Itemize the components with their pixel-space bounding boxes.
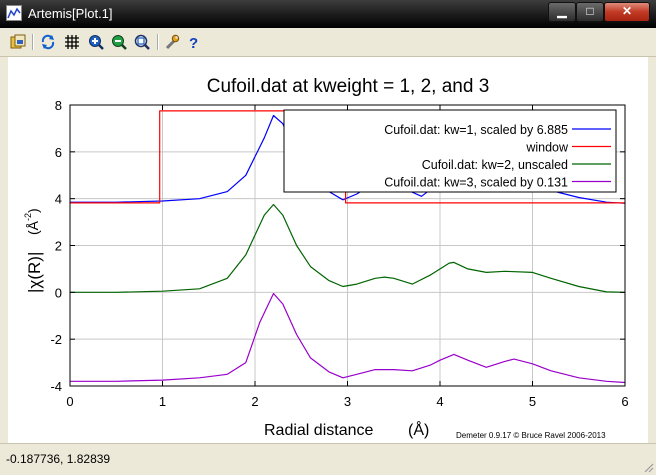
x-axis-label: Radial distance [264, 422, 374, 439]
toolbar: ? [0, 28, 656, 57]
close-button[interactable]: ✕ [604, 2, 650, 22]
window-title: Artemis[Plot.1] [28, 6, 113, 21]
close-icon: ✕ [621, 4, 633, 18]
y-tick-label: 2 [55, 239, 62, 254]
plot-canvas[interactable]: 0 1 2 3 4 5 6 -4 -2 0 2 4 6 8 Cufoil.dat at kweight =… [8, 57, 648, 443]
x-tick-label: 6 [621, 394, 628, 409]
legend-label-4: Cufoil.dat: kw=3, scaled by 0.131 [384, 176, 568, 190]
chart-title: Cufoil.dat at kweight = 1, 2, and 3 [207, 76, 490, 97]
legend-label-2: window [525, 141, 569, 155]
y-axis-unit-close: ) [25, 208, 41, 213]
y-axis-unit-open: (Å [25, 220, 41, 235]
x-tick-label: 3 [344, 394, 351, 409]
toolbar-separator [157, 34, 159, 50]
y-tick-label: -4 [50, 379, 62, 394]
app-window: Artemis[Plot.1] ▁ □ ✕ ? 0 1 2 3 4 5 6 -4… [0, 0, 656, 475]
minimize-icon: ▁ [557, 4, 567, 18]
y-tick-label: 8 [55, 98, 62, 113]
title-bar[interactable]: Artemis[Plot.1] ▁ □ ✕ [0, 0, 656, 28]
help-glyph: ? [189, 35, 198, 50]
zoom-in-icon[interactable] [88, 34, 104, 50]
legend-label-1: Cufoil.dat: kw=1, scaled by 6.885 [384, 123, 568, 137]
y-tick-label: -2 [50, 332, 62, 347]
refresh-icon[interactable] [40, 34, 56, 50]
y-axis-unit-sup: -2 [23, 213, 33, 221]
y-axis-unit-group: (Å-2) [23, 208, 41, 235]
help-icon[interactable]: ? [186, 34, 202, 50]
app-icon [6, 5, 22, 21]
y-axis-label-group: |χ(R)| [25, 252, 44, 293]
minimize-button[interactable]: ▁ [548, 2, 576, 22]
zoom-fit-icon[interactable] [134, 34, 150, 50]
x-tick-label: 0 [66, 394, 73, 409]
save-icon[interactable] [10, 34, 26, 50]
x-axis-unit: (Å) [408, 420, 429, 439]
x-tick-label: 2 [251, 394, 258, 409]
legend: Cufoil.dat: kw=1, scaled by 6.885 window C… [283, 109, 617, 193]
y-tick-label: 4 [55, 192, 62, 207]
grid-icon[interactable] [64, 34, 80, 50]
y-tick-label: 0 [55, 285, 62, 300]
y-tick-label: 6 [55, 145, 62, 160]
maximize-icon: □ [586, 4, 594, 18]
credit-text: Demeter 0.9.17 © Bruce Ravel 2006-2013 [456, 431, 606, 440]
toolbar-separator [32, 34, 34, 50]
x-tick-label: 1 [159, 394, 166, 409]
legend-label-3: Cufoil.dat: kw=2, unscaled [422, 158, 568, 172]
x-tick-label: 4 [436, 394, 443, 409]
zoom-out-icon[interactable] [111, 34, 127, 50]
resize-grip-icon[interactable] [642, 461, 654, 473]
settings-icon[interactable] [164, 34, 180, 50]
y-axis-unit: (Å-2) [23, 208, 41, 235]
status-bar: -0.187736, 1.82839 [0, 443, 656, 475]
y-axis-label: |χ(R)| [25, 252, 44, 293]
maximize-button[interactable]: □ [576, 2, 604, 22]
x-tick-label: 5 [529, 394, 536, 409]
cursor-coordinates: -0.187736, 1.82839 [6, 452, 111, 466]
